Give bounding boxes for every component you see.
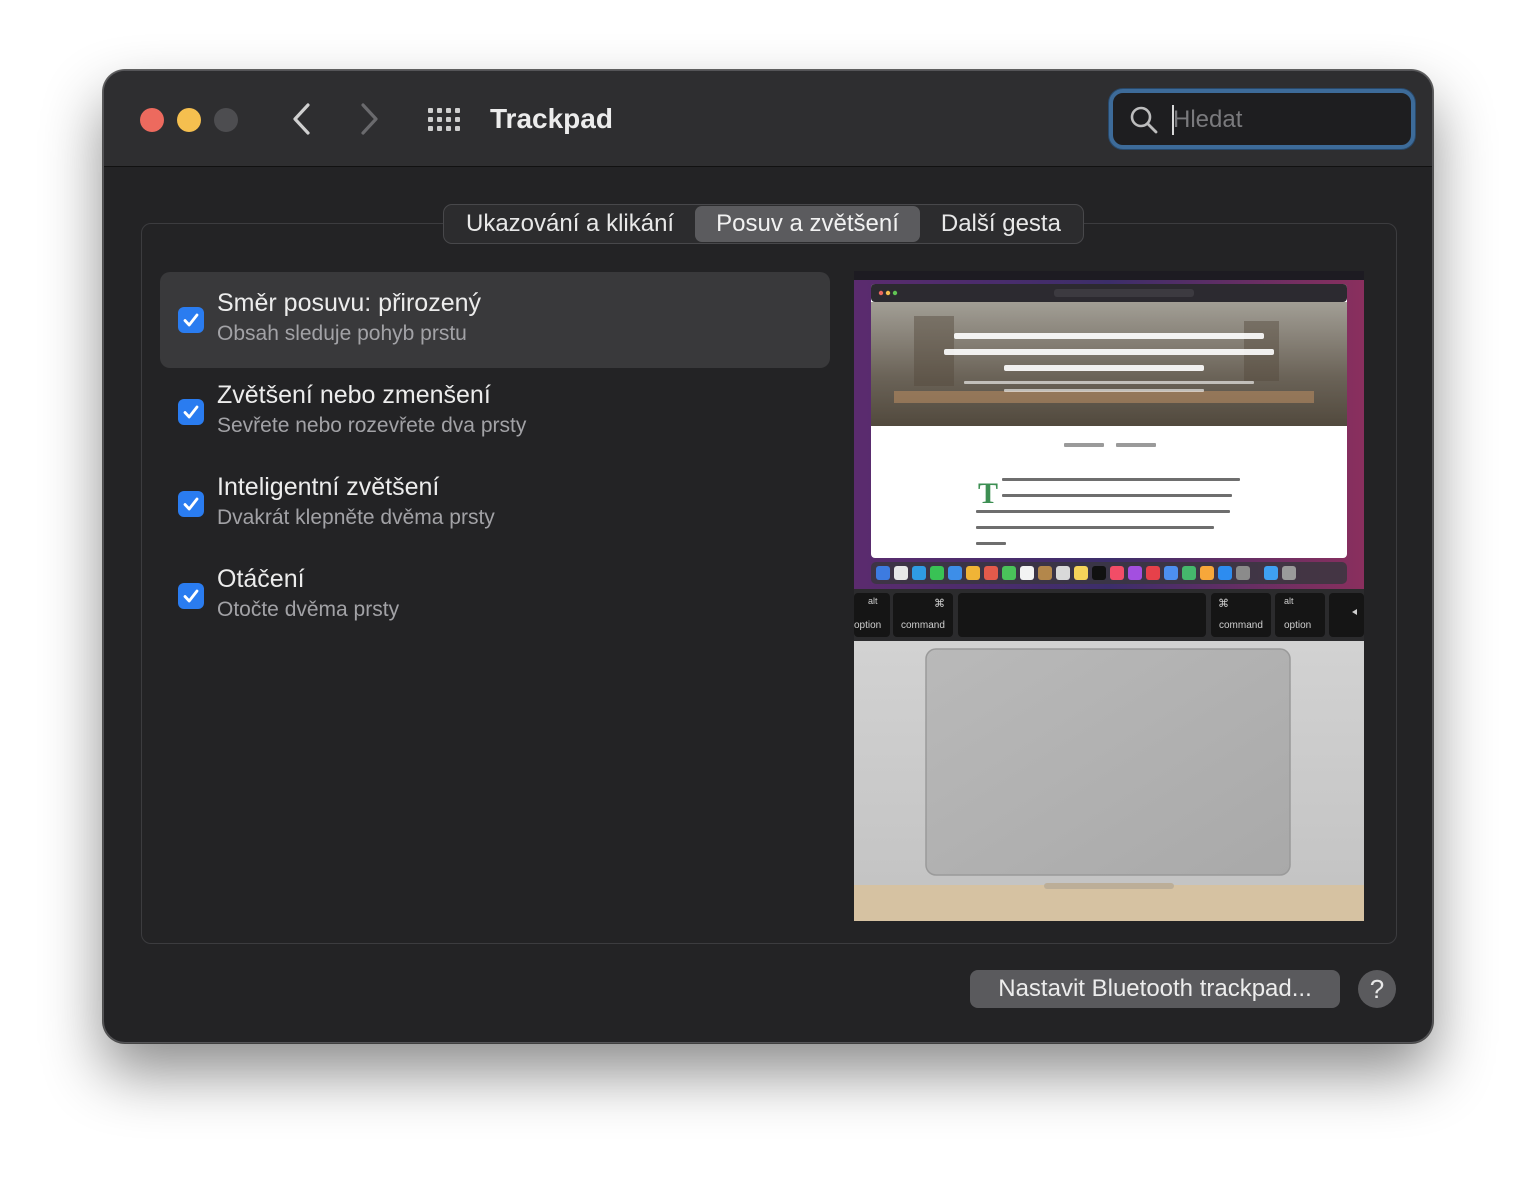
option-subtitle: Sevřete nebo rozevřete dva prsty	[217, 414, 527, 437]
option-title: Otáčení	[217, 565, 305, 593]
close-button[interactable]	[140, 108, 164, 132]
smart-zoom-checkbox[interactable]	[178, 491, 204, 517]
option-subtitle: Obsah sleduje pohyb prstu	[217, 322, 467, 345]
window-title: Trackpad	[490, 103, 613, 134]
search-input[interactable]	[1173, 101, 1403, 139]
rotate-checkbox[interactable]	[178, 583, 204, 609]
setup-bluetooth-trackpad-button[interactable]: Nastavit Bluetooth trackpad...	[970, 970, 1340, 1008]
key-right-command: command	[1219, 620, 1263, 631]
checkmark-icon	[183, 497, 199, 511]
key-left-command: command	[901, 620, 945, 631]
checkmark-icon	[183, 405, 199, 419]
option-subtitle: Otočte dvěma prsty	[217, 598, 400, 621]
option-scroll-direction[interactable]: Směr posuvu: přirozený Obsah sleduje poh…	[160, 272, 830, 368]
checkmark-icon	[183, 589, 199, 603]
option-smart-zoom[interactable]: Inteligentní zvětšení Dvakrát klepněte d…	[160, 456, 830, 552]
tab-scroll-and-zoom[interactable]: Posuv a zvětšení	[695, 206, 920, 242]
key-right-option: option	[1284, 620, 1311, 631]
chevron-right-icon	[361, 103, 378, 135]
tab-point-and-click[interactable]: Ukazování a klikání	[445, 206, 695, 242]
zoom-button[interactable]	[214, 108, 238, 132]
option-subtitle: Dvakrát klepněte dvěma prsty	[217, 506, 495, 529]
option-title: Směr posuvu: přirozený	[217, 289, 482, 317]
option-title: Inteligentní zvětšení	[217, 473, 440, 501]
scroll-direction-checkbox[interactable]	[178, 307, 204, 333]
laptop-illustration: T alt option ⌘ command ⌘ command alt opt…	[854, 271, 1364, 921]
tab-bar: Ukazování a klikání Posuv a zvětšení Dal…	[443, 204, 1084, 244]
checkmark-icon	[183, 313, 199, 327]
key-right-cmd-symbol: ⌘	[1218, 597, 1229, 610]
key-left-option: option	[854, 620, 881, 631]
forward-button[interactable]	[349, 99, 389, 139]
show-all-button[interactable]	[426, 102, 462, 138]
key-right-alt: alt	[1284, 596, 1294, 606]
back-button[interactable]	[282, 99, 322, 139]
option-rotate[interactable]: Otáčení Otočte dvěma prsty	[160, 548, 830, 644]
gesture-preview-video: T alt option ⌘ command ⌘ command alt opt…	[854, 271, 1364, 921]
search-field[interactable]	[1109, 89, 1415, 149]
tab-more-gestures[interactable]: Další gesta	[920, 206, 1082, 242]
minimize-button[interactable]	[177, 108, 201, 132]
search-icon	[1130, 106, 1158, 134]
key-left-alt: alt	[868, 596, 878, 606]
key-left-cmd-symbol: ⌘	[934, 597, 945, 610]
zoom-in-out-checkbox[interactable]	[178, 399, 204, 425]
svg-text:T: T	[978, 477, 998, 510]
preferences-window: Trackpad Ukazování a klikání Posuv a zvě…	[103, 70, 1433, 1043]
grid-icon	[428, 108, 460, 131]
option-zoom-in-out[interactable]: Zvětšení nebo zmenšení Sevřete nebo roze…	[160, 364, 830, 460]
option-title: Zvětšení nebo zmenšení	[217, 381, 491, 409]
title-bar: Trackpad	[104, 71, 1432, 167]
help-button[interactable]: ?	[1358, 970, 1396, 1008]
chevron-left-icon	[293, 103, 310, 135]
